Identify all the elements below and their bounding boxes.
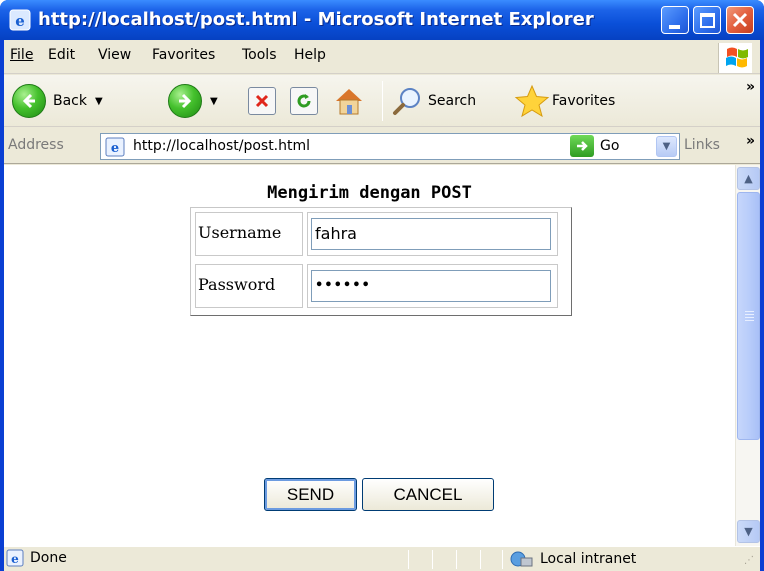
close-icon <box>732 12 748 28</box>
address-url: http://localhost/post.html <box>133 138 311 154</box>
page-content: Mengirim dengan POST Username fahra Pass… <box>4 165 760 546</box>
go-label: Go <box>600 138 620 154</box>
refresh-icon <box>290 87 318 115</box>
back-button[interactable]: Back ▼ <box>12 83 103 119</box>
toolbar-overflow-icon[interactable]: » <box>746 79 755 95</box>
menu-file-label: File <box>10 47 34 63</box>
ie-page-icon: e <box>6 549 24 567</box>
grip-line <box>745 320 754 321</box>
menu-file[interactable]: File <box>10 47 33 63</box>
status-separator <box>456 550 457 569</box>
security-zone: Local intranet <box>508 549 636 569</box>
status-separator <box>408 550 409 569</box>
username-cell: fahra <box>307 212 558 256</box>
cancel-button[interactable]: CANCEL <box>362 478 494 511</box>
menu-help[interactable]: Help <box>294 47 326 63</box>
minimize-button[interactable] <box>661 6 689 34</box>
menu-edit[interactable]: Edit <box>48 47 75 63</box>
grip-line <box>745 314 754 315</box>
maximize-button[interactable] <box>693 6 721 34</box>
svg-text:e: e <box>111 141 119 156</box>
minimize-icon <box>669 25 680 29</box>
menu-tools-label: Tools <box>242 47 277 63</box>
links-overflow-icon[interactable]: » <box>746 133 755 149</box>
refresh-button[interactable] <box>290 83 318 119</box>
go-arrow-icon <box>570 135 594 157</box>
scroll-down-icon[interactable]: ▼ <box>737 520 760 543</box>
forward-dropdown-icon[interactable]: ▼ <box>210 96 218 107</box>
send-button[interactable]: SEND <box>264 478 357 511</box>
scroll-thumb[interactable] <box>737 192 760 440</box>
page-ie-icon: e <box>105 137 125 157</box>
maximize-icon <box>700 13 715 28</box>
toolbar-separator <box>382 81 383 121</box>
address-label: Address <box>8 137 64 153</box>
resize-grip-icon[interactable]: ⋰ <box>744 555 758 569</box>
password-cell: •••••• <box>307 264 558 308</box>
links-label[interactable]: Links <box>684 137 720 153</box>
grip-line <box>745 317 754 318</box>
home-button[interactable] <box>332 83 366 119</box>
address-bar: Address e http://localhost/post.html ▼ G… <box>4 128 760 164</box>
status-text: Done <box>30 550 67 566</box>
forward-icon <box>168 84 202 118</box>
username-input[interactable]: fahra <box>311 218 551 250</box>
ie-window: e http://localhost/post.html - Microsoft… <box>0 0 764 571</box>
menu-view-label: View <box>98 47 132 63</box>
favorites-star-icon <box>514 84 550 118</box>
menu-favorites[interactable]: Favorites <box>152 47 215 63</box>
back-label: Back <box>53 93 87 109</box>
window-title: http://localhost/post.html - Microsoft I… <box>38 9 594 30</box>
menu-favorites-label: Favorites <box>152 47 216 63</box>
svg-text:e: e <box>11 552 19 566</box>
status-separator <box>502 550 503 569</box>
zone-label: Local intranet <box>540 551 637 567</box>
password-input[interactable]: •••••• <box>311 270 551 302</box>
standard-toolbar: Back ▼ ▼ Search Favorites » <box>4 75 760 127</box>
menu-view[interactable]: View <box>98 47 131 63</box>
search-label: Search <box>428 93 477 109</box>
menu-help-label: Help <box>294 47 326 63</box>
favorites-button[interactable]: Favorites <box>514 83 615 119</box>
forward-button[interactable]: ▼ <box>168 83 218 119</box>
back-dropdown-icon[interactable]: ▼ <box>95 96 103 107</box>
login-form-table: Username fahra Password •••••• <box>190 207 572 316</box>
status-bar: e Done Local intranet ⋰ <box>4 546 760 571</box>
status-done: e Done <box>6 549 67 567</box>
menu-bar: File Edit View Favorites Tools Help <box>4 40 760 74</box>
favorites-label: Favorites <box>552 93 616 109</box>
vertical-scrollbar[interactable]: ▲ ▼ <box>735 165 760 546</box>
menu-edit-label: Edit <box>48 47 76 63</box>
go-button[interactable]: Go <box>570 135 619 157</box>
status-separator <box>480 550 481 569</box>
back-icon <box>12 84 46 118</box>
svg-text:e: e <box>15 12 25 30</box>
scroll-up-icon[interactable]: ▲ <box>737 167 760 190</box>
menu-tools[interactable]: Tools <box>242 47 277 63</box>
address-dropdown-icon[interactable]: ▼ <box>656 136 677 157</box>
page-heading: Mengirim dengan POST <box>267 183 472 203</box>
client-area: File Edit View Favorites Tools Help Back… <box>4 40 760 571</box>
intranet-icon <box>510 551 533 567</box>
password-label: Password <box>195 264 303 308</box>
grip-line <box>745 311 754 312</box>
username-label: Username <box>195 212 303 256</box>
close-button[interactable] <box>726 6 754 34</box>
windows-flag-icon <box>726 47 748 68</box>
home-icon <box>336 89 362 115</box>
search-button[interactable]: Search <box>392 83 476 119</box>
search-icon <box>393 88 420 115</box>
stop-button[interactable] <box>248 83 276 119</box>
status-separator <box>432 550 433 569</box>
windows-logo <box>718 43 752 73</box>
ie-icon: e <box>9 9 31 31</box>
title-bar[interactable]: e http://localhost/post.html - Microsoft… <box>0 0 764 40</box>
stop-icon <box>248 87 276 115</box>
